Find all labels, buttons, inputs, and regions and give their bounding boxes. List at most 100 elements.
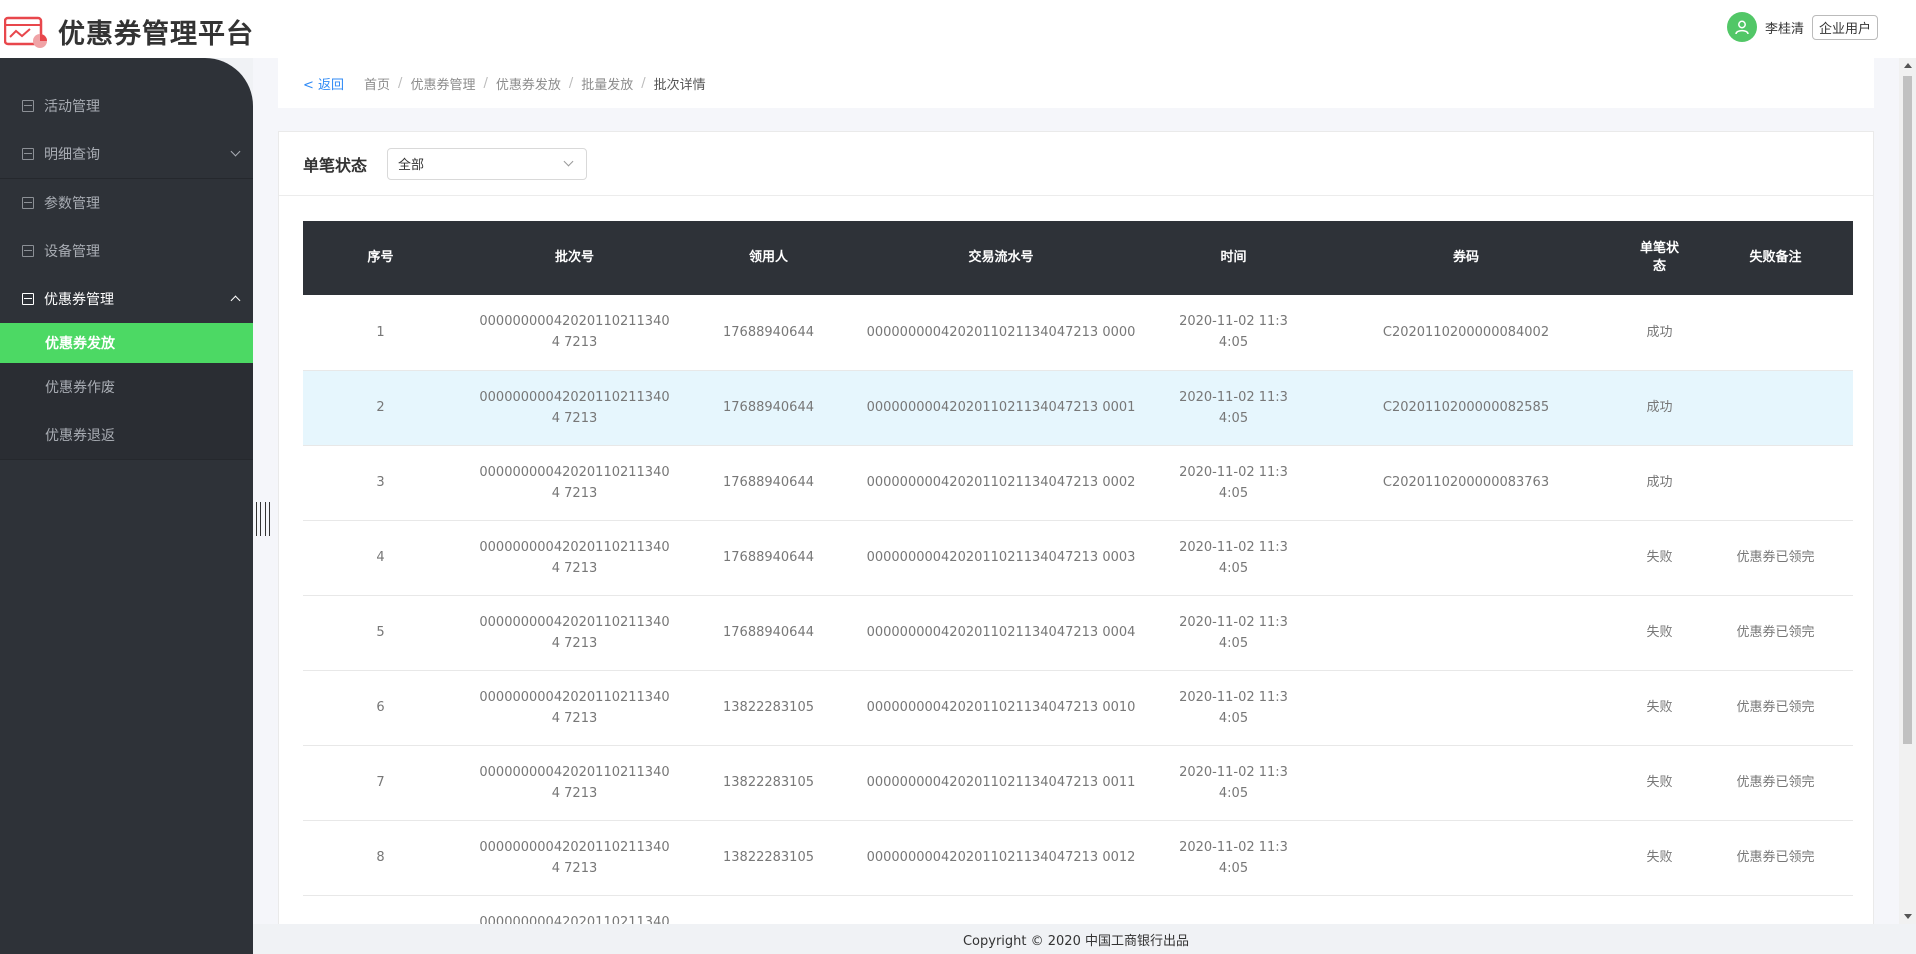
sidebar-menu: 活动管理 明细查询 参数管理 设备管理 优惠券管理 优惠券发放 优惠券作废 优惠… xyxy=(0,82,253,460)
cell-code: C2020110200000083763 xyxy=(1382,475,1550,490)
cell-idx: 6 xyxy=(376,700,385,715)
breadcrumb-batch-issue[interactable]: 批量发放 xyxy=(581,74,633,93)
scroll-up-arrow-icon[interactable] xyxy=(1904,63,1912,68)
cell-status: 失败 xyxy=(1646,550,1673,565)
breadcrumb-coupon-mgmt[interactable]: 优惠券管理 xyxy=(410,74,475,93)
cell-batch: 000000000420201102113404 7213 xyxy=(479,314,670,351)
cell-note: 优惠券已领完 xyxy=(1736,700,1815,715)
sidebar-collapse-handle[interactable] xyxy=(256,502,270,536)
table-row[interactable]: 8 000000000420201102113404 7213 1382228310… xyxy=(303,820,1853,895)
column-header: 券码 xyxy=(1452,250,1479,265)
cell-time: 2020-11-02 11:34:05 xyxy=(1179,539,1288,576)
cell-serial: 0000000004202011021134047213 0002 xyxy=(866,475,1136,490)
table-row[interactable]: 5 000000000420201102113404 7213 1768894064… xyxy=(303,595,1853,670)
sidebar-item-details[interactable]: 明细查询 xyxy=(0,130,253,178)
breadcrumb-separator: / xyxy=(398,75,403,91)
chevron-down-icon xyxy=(563,156,574,166)
cell-note: 优惠券已领完 xyxy=(1736,550,1815,565)
cell-idx: 4 xyxy=(376,550,385,565)
calendar-icon xyxy=(22,148,34,160)
table-row[interactable]: 4 000000000420201102113404 7213 1768894064… xyxy=(303,520,1853,595)
cell-code xyxy=(1311,595,1621,670)
column-header: 批次号 xyxy=(554,250,594,265)
cell-serial: 0000000004202011021134047213 0004 xyxy=(866,625,1136,640)
table-row[interactable]: 3 000000000420201102113404 7213 1768894064… xyxy=(303,445,1853,520)
calendar-icon xyxy=(22,197,34,209)
user-avatar-icon[interactable] xyxy=(1726,12,1757,42)
cell-batch: 000000000420201102113404 7213 xyxy=(479,764,670,801)
sidebar-item-activity[interactable]: 活动管理 xyxy=(0,82,253,130)
sidebar-item-coupon[interactable]: 优惠券管理 xyxy=(0,275,253,323)
cell-user: 13822283105 xyxy=(723,700,814,715)
breadcrumb: < 返回 首页 / 优惠券管理 / 优惠券发放 / 批量发放 / 批次详情 xyxy=(278,58,1874,108)
sidebar-item-devices[interactable]: 设备管理 xyxy=(0,227,253,275)
table-row[interactable]: 1 000000000420201102113404 7213 1768894064… xyxy=(303,295,1853,370)
cell-note: 优惠券已领完 xyxy=(1736,850,1815,865)
cell-status: 失败 xyxy=(1646,775,1673,790)
sidebar-subitem-label: 优惠券退返 xyxy=(45,428,115,444)
cell-idx: 1 xyxy=(376,324,385,340)
logo: 优惠券管理平台 xyxy=(3,12,254,51)
cell-batch: 000000000420201102113404 7213 xyxy=(479,389,670,426)
breadcrumb-separator: / xyxy=(641,75,646,91)
cell-user: 17688940644 xyxy=(723,400,814,415)
status-filter-select[interactable]: 全部 xyxy=(387,147,588,180)
sidebar-item-label: 明细查询 xyxy=(44,147,100,163)
cell-serial: 0000000004202011021134047213 0003 xyxy=(866,550,1136,565)
page-scrollbar[interactable] xyxy=(1899,58,1916,924)
cell-batch: 000000000420201102113404 7213 xyxy=(479,614,670,651)
back-link[interactable]: < 返回 xyxy=(303,74,344,93)
detail-table-container: 序号 批次号 领用人 交易流水号 时间 券码 单笔状态 失败备注 1 000000… xyxy=(303,221,1853,931)
cell-idx: 3 xyxy=(376,475,385,490)
status-filter-label: 单笔状态 xyxy=(303,155,368,175)
cell-time: 2020-11-02 11:34:05 xyxy=(1179,764,1288,801)
table-row[interactable]: 2 000000000420201102113404 7213 1768894064… xyxy=(303,370,1853,445)
detail-card: 单笔状态 全部 序号 批次号 领用人 交易流水号 时间 券码 单笔状态 失败备注… xyxy=(278,131,1874,931)
table-header-row: 序号 批次号 领用人 交易流水号 时间 券码 单笔状态 失败备注 xyxy=(303,221,1853,295)
sidebar-subitem-coupon-issue[interactable]: 优惠券发放 xyxy=(0,323,253,363)
column-header: 单笔状态 xyxy=(1639,241,1679,274)
cell-code xyxy=(1311,520,1621,595)
cell-serial: 0000000004202011021134047213 0012 xyxy=(866,850,1136,865)
sidebar-subitem-coupon-void[interactable]: 优惠券作废 xyxy=(0,363,253,411)
breadcrumb-separator: / xyxy=(483,75,488,91)
cell-batch: 000000000420201102113404 7213 xyxy=(479,689,670,726)
cell-time: 2020-11-02 11:34:05 xyxy=(1179,314,1288,351)
table-row[interactable]: 7 000000000420201102113404 7213 1382228310… xyxy=(303,745,1853,820)
user-area[interactable]: 李桂清 企业用户 xyxy=(1726,12,1878,42)
sidebar-item-params[interactable]: 参数管理 xyxy=(0,179,253,227)
cell-time: 2020-11-02 11:34:05 xyxy=(1179,614,1288,651)
column-header: 失败备注 xyxy=(1749,250,1802,265)
cell-code xyxy=(1311,820,1621,895)
cell-serial: 0000000004202011021134047213 0011 xyxy=(866,775,1136,790)
breadcrumb-home[interactable]: 首页 xyxy=(364,74,390,93)
footer: Copyright © 2020 中国工商银行出品 xyxy=(253,924,1899,954)
sidebar-subitem-coupon-return[interactable]: 优惠券退返 xyxy=(0,411,253,459)
cell-time: 2020-11-02 11:34:05 xyxy=(1179,389,1288,426)
calendar-icon xyxy=(22,293,34,305)
sidebar: 活动管理 明细查询 参数管理 设备管理 优惠券管理 优惠券发放 优惠券作废 优惠… xyxy=(0,58,253,954)
user-name[interactable]: 李桂清 xyxy=(1765,18,1804,37)
cell-serial: 0000000004202011021134047213 0001 xyxy=(866,400,1136,415)
cell-code: C2020110200000084002 xyxy=(1382,324,1550,340)
cell-status: 成功 xyxy=(1646,475,1673,490)
breadcrumb-separator: / xyxy=(568,75,574,91)
cell-batch: 000000000420201102113404 7213 xyxy=(479,839,670,876)
cell-idx: 8 xyxy=(376,850,385,865)
cell-status: 失败 xyxy=(1646,700,1673,715)
cell-status: 成功 xyxy=(1646,400,1673,415)
calendar-icon xyxy=(22,100,34,112)
app-title: 优惠券管理平台 xyxy=(58,19,254,50)
table-row[interactable]: 6 000000000420201102113404 7213 1382228310… xyxy=(303,670,1853,745)
cell-note xyxy=(1698,370,1853,445)
scroll-down-arrow-icon[interactable] xyxy=(1904,914,1912,919)
cell-idx: 2 xyxy=(376,400,385,415)
scroll-thumb[interactable] xyxy=(1903,76,1912,744)
main-content: < 返回 首页 / 优惠券管理 / 优惠券发放 / 批量发放 / 批次详情 单笔… xyxy=(253,58,1899,931)
chevron-up-icon xyxy=(230,295,241,306)
breadcrumb-coupon-issue[interactable]: 优惠券发放 xyxy=(496,74,561,93)
sidebar-subitem-label: 优惠券作废 xyxy=(45,380,115,396)
cell-note xyxy=(1698,445,1853,520)
cell-time: 2020-11-02 11:34:05 xyxy=(1179,689,1288,726)
cell-note: 优惠券已领完 xyxy=(1736,625,1815,640)
